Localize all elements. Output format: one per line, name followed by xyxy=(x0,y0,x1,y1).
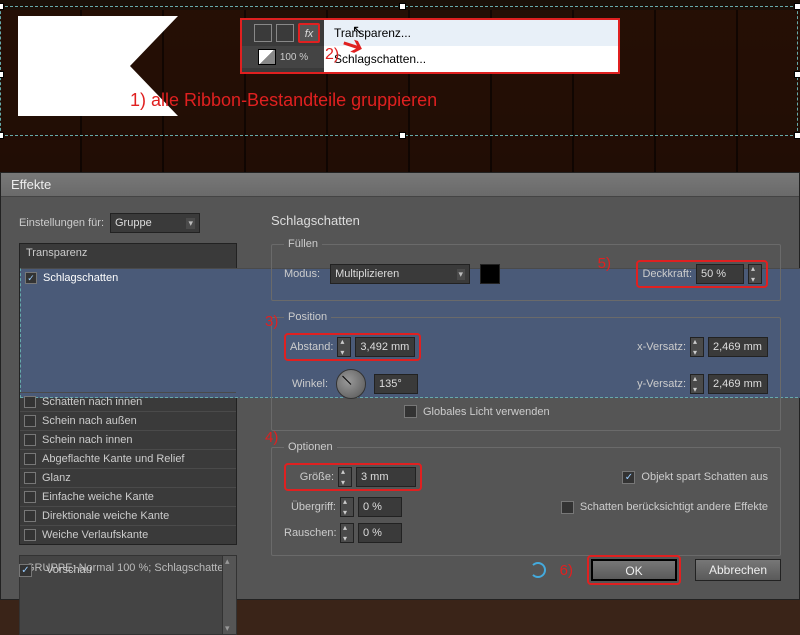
opacity-spinner[interactable] xyxy=(748,264,762,284)
distance-spinner[interactable] xyxy=(337,337,351,357)
global-light-label: Globales Licht verwenden xyxy=(423,406,550,418)
opacity-readout: 100 % xyxy=(280,52,308,63)
settings-for-dropdown[interactable]: Gruppe xyxy=(110,213,200,233)
opacity-input[interactable]: 50 % xyxy=(696,264,744,284)
annotation-step3: 3) xyxy=(265,313,278,330)
y-offset-label: y-Versatz: xyxy=(637,378,686,390)
checkbox-icon[interactable] xyxy=(24,396,36,408)
distance-field-highlight: Abstand: 3,492 mm xyxy=(284,333,421,361)
cancel-button[interactable]: Abbrechen xyxy=(695,559,781,581)
effect-item[interactable]: Schatten nach innen xyxy=(20,392,236,411)
annotation-step6: 6) xyxy=(560,562,573,579)
spread-input[interactable]: 0 % xyxy=(358,497,402,517)
fx-popup: fx 100 % Transparenz... Schlagschatten..… xyxy=(240,18,620,74)
size-label: Größe: xyxy=(290,471,334,483)
effect-item[interactable]: Glanz xyxy=(20,468,236,487)
checkbox-icon[interactable] xyxy=(24,415,36,427)
knockout-label: Objekt spart Schatten aus xyxy=(641,471,768,483)
x-offset-label: x-Versatz: xyxy=(637,341,686,353)
checkbox-icon[interactable] xyxy=(24,472,36,484)
noise-spinner[interactable] xyxy=(340,523,354,543)
other-effects-checkbox[interactable] xyxy=(561,501,574,514)
swatch-icon[interactable] xyxy=(258,49,276,65)
x-offset-spinner[interactable] xyxy=(690,337,704,357)
opacity-field-highlight: Deckkraft: 50 % xyxy=(636,260,768,288)
ok-button[interactable]: OK xyxy=(591,559,677,581)
menu-item-label: Schlagschatten... xyxy=(334,52,426,66)
size-field-highlight: Größe: 3 mm xyxy=(284,463,422,491)
angle-label: Winkel: xyxy=(284,378,328,390)
panel-title: Schlagschatten xyxy=(271,213,781,228)
fill-fieldset: Füllen Modus: Multiplizieren Deckkraft: … xyxy=(271,238,781,301)
color-swatch[interactable] xyxy=(480,264,500,284)
checkbox-icon[interactable] xyxy=(24,434,36,446)
effect-list: Transparenz ✓Schlagschatten Schatten nac… xyxy=(19,243,237,545)
opacity-label: Deckkraft: xyxy=(642,268,692,280)
annotation-step2: 2) xyxy=(325,46,339,64)
size-spinner[interactable] xyxy=(338,467,352,487)
legend-options: Optionen xyxy=(284,441,337,453)
mode-icon-1[interactable] xyxy=(254,24,272,42)
menu-item-label: Transparenz... xyxy=(334,26,411,40)
effect-item[interactable]: Einfache weiche Kante xyxy=(20,487,236,506)
legend-position: Position xyxy=(284,311,331,323)
dialog-title: Effekte xyxy=(1,173,799,197)
effect-item[interactable]: Abgeflachte Kante und Relief xyxy=(20,449,236,468)
noise-input[interactable]: 0 % xyxy=(358,523,402,543)
legend-fill: Füllen xyxy=(284,238,322,250)
effect-item[interactable]: Schein nach außen xyxy=(20,411,236,430)
menu-item-transparency[interactable]: Transparenz... xyxy=(324,20,618,46)
annotation-step1: 1) alle Ribbon-Bestandteile gruppieren xyxy=(130,90,437,111)
annotation-step5: 5) xyxy=(598,255,611,272)
effect-item[interactable]: Weiche Verlaufskante xyxy=(20,525,236,544)
effect-list-header[interactable]: Transparenz xyxy=(20,244,236,262)
preview-label: Vorschau xyxy=(46,564,92,576)
angle-input[interactable]: 135° xyxy=(374,374,418,394)
y-offset-spinner[interactable] xyxy=(690,374,704,394)
spread-label: Übergriff: xyxy=(284,501,336,513)
y-offset-input[interactable]: 2,469 mm xyxy=(708,374,768,394)
spread-spinner[interactable] xyxy=(340,497,354,517)
checkbox-icon[interactable]: ✓ xyxy=(25,272,37,284)
fx-button[interactable]: fx xyxy=(298,23,320,43)
knockout-checkbox[interactable]: ✓ xyxy=(622,471,635,484)
other-effects-label: Schatten berücksichtigt andere Effekte xyxy=(580,501,768,513)
x-offset-input[interactable]: 2,469 mm xyxy=(708,337,768,357)
global-light-checkbox[interactable] xyxy=(404,405,417,418)
checkbox-icon[interactable] xyxy=(24,529,36,541)
effects-dialog: Effekte Einstellungen für: Gruppe Transp… xyxy=(0,172,800,600)
size-input[interactable]: 3 mm xyxy=(356,467,416,487)
mode-dropdown[interactable]: Multiplizieren xyxy=(330,264,470,284)
settings-for-label: Einstellungen für: xyxy=(19,217,104,229)
menu-item-dropshadow[interactable]: Schlagschatten... xyxy=(324,46,618,72)
options-fieldset: Optionen Größe: 3 mm ✓ Objekt spart Scha… xyxy=(271,441,781,556)
checkbox-icon[interactable] xyxy=(24,491,36,503)
progress-icon xyxy=(530,562,546,578)
distance-input[interactable]: 3,492 mm xyxy=(355,337,415,357)
mode-icon-2[interactable] xyxy=(276,24,294,42)
position-fieldset: Position Abstand: 3,492 mm x-Versatz: 2,… xyxy=(271,311,781,431)
mode-label: Modus: xyxy=(284,268,320,280)
preview-checkbox[interactable]: ✓ xyxy=(19,564,32,577)
distance-label: Abstand: xyxy=(290,341,333,353)
angle-dial[interactable] xyxy=(336,369,366,399)
effect-item[interactable]: Schein nach innen xyxy=(20,430,236,449)
effect-item[interactable]: Direktionale weiche Kante xyxy=(20,506,236,525)
noise-label: Rauschen: xyxy=(284,527,336,539)
checkbox-icon[interactable] xyxy=(24,510,36,522)
annotation-step4: 4) xyxy=(265,429,278,446)
checkbox-icon[interactable] xyxy=(24,453,36,465)
